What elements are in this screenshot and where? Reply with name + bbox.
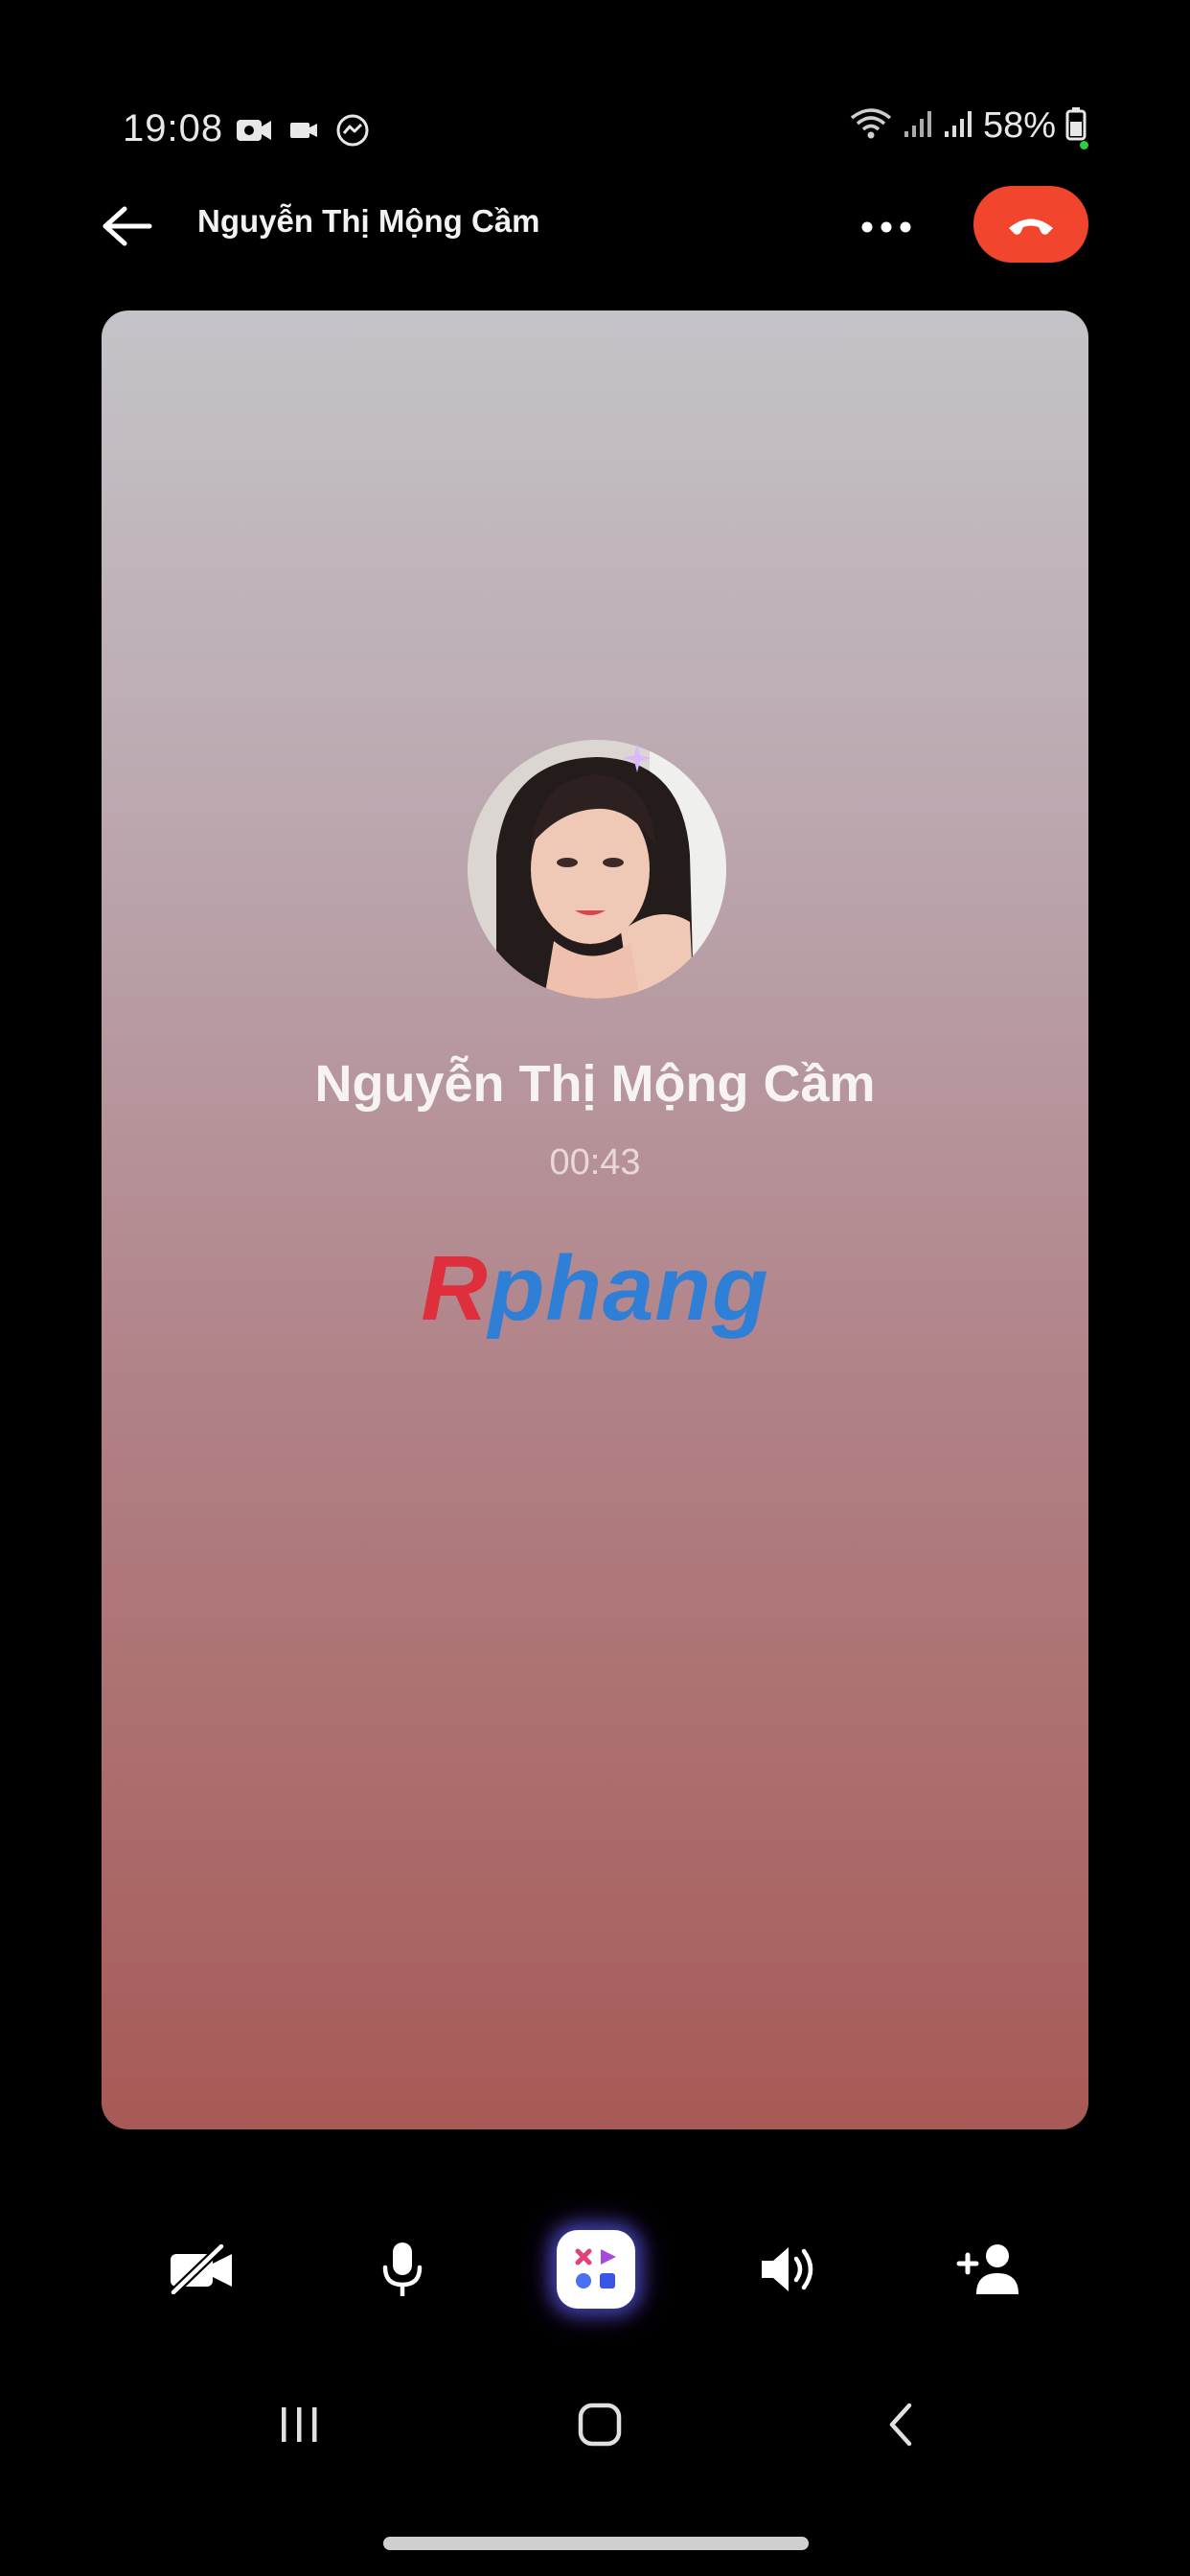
effects-button[interactable] [557, 2230, 635, 2309]
end-call-button[interactable] [973, 186, 1088, 263]
more-options-button[interactable] [853, 203, 920, 251]
home-button[interactable] [552, 2386, 648, 2463]
camera-off-button[interactable] [153, 2221, 249, 2317]
system-navigation-bar [0, 2377, 1190, 2472]
add-person-icon [956, 2244, 1018, 2294]
end-call-icon [1009, 218, 1053, 235]
battery-icon [1065, 106, 1087, 146]
caller-name: Nguyễn Thị Mộng Cầm [314, 1055, 876, 1113]
add-person-button[interactable] [941, 2221, 1037, 2317]
speaker-icon [762, 2247, 813, 2291]
back-arrow-icon [103, 206, 152, 246]
recent-apps-button[interactable] [251, 2386, 347, 2463]
status-left-icons [236, 113, 370, 152]
status-bar: 19:08 58% [0, 96, 1190, 169]
video-off-icon [170, 2244, 232, 2294]
camera-icon [289, 118, 318, 148]
speaker-button[interactable] [744, 2221, 839, 2317]
header-title: Nguyễn Thị Mộng Cầm [197, 203, 540, 239]
nav-back-button[interactable] [853, 2386, 949, 2463]
sparkle-icon [621, 742, 653, 779]
home-indicator[interactable] [383, 2537, 809, 2550]
back-button[interactable] [96, 197, 159, 255]
watermark-first-letter: R [421, 1237, 489, 1340]
messenger-icon [335, 113, 370, 152]
watermark-rest: phang [488, 1237, 769, 1340]
call-screen: 19:08 58% Nguyễn Thị Mộng Cầm Nguyễn Thị… [0, 0, 1190, 2576]
caller-avatar [468, 740, 726, 999]
signal-icon [943, 108, 973, 144]
call-duration: 00:43 [549, 1142, 641, 1183]
signal-icon [903, 108, 933, 144]
microphone-icon [382, 2242, 423, 2296]
recent-apps-icon [282, 2407, 317, 2442]
more-options-icon [861, 221, 911, 233]
call-video-area: Nguyễn Thị Mộng Cầm 00:43 Rphang [102, 310, 1088, 2129]
video-record-icon [236, 116, 272, 150]
privacy-indicator-dot [1080, 141, 1088, 150]
home-icon [578, 2403, 622, 2447]
back-icon [889, 2403, 912, 2447]
status-time: 19:08 [123, 107, 224, 150]
call-controls [0, 2221, 1190, 2317]
battery-percentage: 58% [982, 105, 1056, 146]
wifi-icon [849, 106, 893, 146]
watermark-logo: Rphang [102, 1236, 1088, 1342]
effects-icon [575, 2248, 616, 2288]
microphone-button[interactable] [355, 2221, 450, 2317]
call-header: Nguyễn Thị Mộng Cầm [0, 182, 1190, 268]
status-right-icons: 58% [849, 105, 1087, 147]
